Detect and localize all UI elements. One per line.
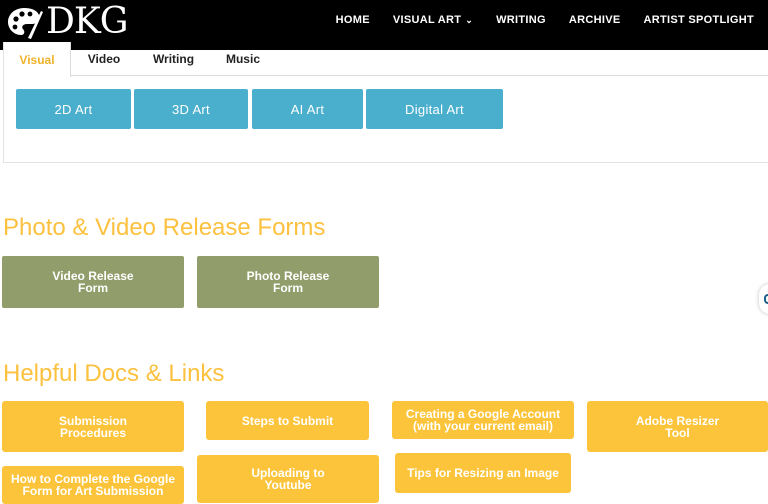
chevron-down-icon: ⌄ bbox=[465, 14, 474, 25]
tab-video[interactable]: Video bbox=[82, 42, 126, 76]
palette-logo-icon bbox=[8, 8, 43, 39]
digital-art-button[interactable]: Digital Art bbox=[366, 89, 503, 129]
nav-writing[interactable]: WRITING bbox=[496, 14, 546, 26]
nav-visual-art[interactable]: VISUAL ART ⌄ bbox=[393, 14, 473, 26]
nav-visual-art-label: VISUAL ART bbox=[392, 14, 462, 26]
nav-archive-label: ARCHIVE bbox=[568, 14, 621, 26]
nav-home[interactable]: HOME bbox=[336, 14, 370, 26]
main-nav: HOME VISUAL ART ⌄ WRITING ARCHIVE ARTIST … bbox=[313, 0, 754, 40]
creating-google-account-button[interactable]: Creating a Google Account (with your curr… bbox=[392, 401, 574, 439]
tab-music[interactable]: Music bbox=[221, 42, 265, 76]
helpful-docs-heading: Helpful Docs & Links bbox=[3, 360, 225, 387]
photo-release-form-button[interactable]: Photo Release Form bbox=[197, 256, 379, 308]
tab-visual[interactable]: Visual bbox=[4, 42, 71, 77]
nav-artist-spotlight[interactable]: ARTIST SPOTLIGHT bbox=[643, 14, 754, 26]
nav-artist-spotlight-label: ARTIST SPOTLIGHT bbox=[643, 14, 754, 26]
3d-art-button[interactable]: 3D Art bbox=[134, 89, 248, 129]
release-forms-heading: Photo & Video Release Forms bbox=[3, 214, 326, 241]
complete-google-form-line2: Form for Art Submission bbox=[22, 484, 164, 498]
adobe-resizer-tool-button[interactable]: Adobe Resizer Tool bbox=[587, 401, 768, 452]
uploading-youtube-line2: Youtube bbox=[264, 478, 312, 492]
tab-writing[interactable]: Writing bbox=[146, 42, 201, 76]
2d-art-button[interactable]: 2D Art bbox=[16, 89, 131, 129]
video-release-form-button[interactable]: Video Release Form bbox=[2, 256, 184, 308]
tab-bar: Visual Video Writing Music bbox=[4, 42, 768, 77]
steps-to-submit-button[interactable]: Steps to Submit bbox=[206, 401, 369, 440]
accessibility-icon[interactable] bbox=[759, 284, 768, 314]
submission-procedures-button[interactable]: Submission Procedures bbox=[2, 401, 184, 452]
ai-art-button[interactable]: AI Art bbox=[252, 89, 363, 129]
logo-text: DKG bbox=[46, 1, 129, 42]
uploading-to-youtube-button[interactable]: Uploading to Youtube bbox=[197, 455, 379, 503]
steps-to-submit-label: Steps to Submit bbox=[241, 413, 334, 428]
complete-google-form-button[interactable]: How to Complete the Google Form for Art S… bbox=[2, 466, 184, 504]
nav-home-label: HOME bbox=[335, 14, 370, 26]
nav-archive[interactable]: ARCHIVE bbox=[569, 14, 621, 26]
photo-release-line2: Form bbox=[272, 281, 303, 295]
nav-writing-label: WRITING bbox=[496, 14, 546, 26]
site-logo[interactable]: DKG bbox=[6, 0, 129, 44]
tips-resizing-image-button[interactable]: Tips for Resizing an Image bbox=[395, 453, 571, 493]
google-account-line2: (with your current email) bbox=[412, 419, 554, 433]
video-release-line2: Form bbox=[77, 281, 108, 295]
tips-resizing-label: Tips for Resizing an Image bbox=[407, 466, 559, 480]
adobe-resizer-line2: Tool bbox=[665, 425, 690, 440]
tab-panel: Visual Video Writing Music 2D Art 3D Art… bbox=[3, 42, 768, 163]
submission-procedures-line2: Procedures bbox=[59, 425, 126, 440]
